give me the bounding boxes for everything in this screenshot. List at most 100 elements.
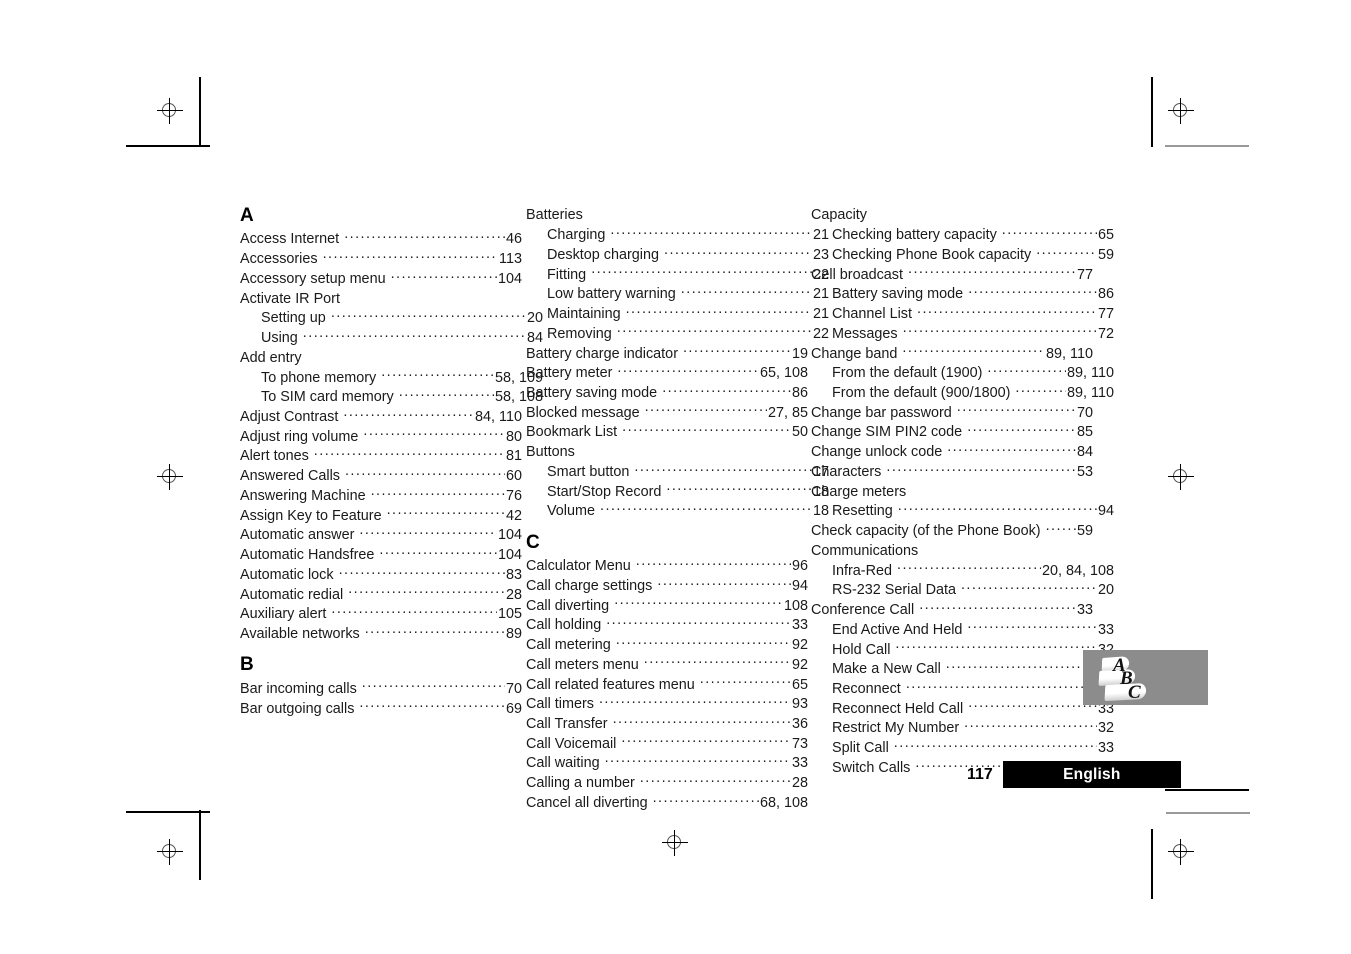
index-entry[interactable]: Change band 89, 110	[811, 343, 1093, 363]
index-entry[interactable]: Automatic lock 83	[240, 564, 522, 584]
index-subentry[interactable]: Messages 72	[811, 323, 1114, 343]
index-entry[interactable]: Communications	[811, 540, 1093, 560]
index-subentry[interactable]: Hold Call32	[811, 639, 1114, 659]
index-entry[interactable]: Battery charge indicator 19	[526, 343, 808, 363]
index-entry[interactable]: Battery saving mode 86	[526, 383, 808, 403]
index-subentry[interactable]: Checking Phone Book capacity 59	[811, 244, 1114, 264]
index-entry[interactable]: Battery meter 65, 108	[526, 363, 808, 383]
index-entry[interactable]: Call Transfer 36	[526, 714, 808, 734]
index-entry-leader	[987, 363, 1066, 377]
index-entry-label: Checking Phone Book capacity	[832, 246, 1032, 263]
index-subentry[interactable]: Volume18	[526, 501, 829, 521]
index-subentry[interactable]: Checking battery capacity 65	[811, 225, 1114, 245]
index-subentry[interactable]: Battery saving mode 86	[811, 284, 1114, 304]
index-entry[interactable]: Call holding 33	[526, 615, 808, 635]
index-entry[interactable]: Bar incoming calls 70	[240, 678, 522, 698]
index-subentry[interactable]: Using84	[240, 328, 543, 348]
index-entry[interactable]: Blocked message 27, 85	[526, 402, 808, 422]
index-entry-page: 89, 110	[1046, 345, 1093, 362]
index-entry[interactable]: Capacity	[811, 205, 1093, 225]
index-entry[interactable]: Charge meters	[811, 481, 1093, 501]
index-entry[interactable]: Call waiting 33	[526, 753, 808, 773]
index-entry-page: 89	[505, 626, 522, 643]
index-entry-label: Change unlock code	[811, 444, 943, 461]
index-entry[interactable]: Answered Calls 60	[240, 466, 522, 486]
index-entry[interactable]: Batteries	[526, 205, 808, 225]
index-entry[interactable]: Cell broadcast 77	[811, 264, 1093, 284]
index-subentry[interactable]: Maintaining21	[526, 304, 829, 324]
index-subentry[interactable]: To phone memory58, 109	[240, 367, 543, 387]
index-entry[interactable]: Change unlock code 84	[811, 442, 1093, 462]
index-entry[interactable]: Call metering 92	[526, 635, 808, 655]
index-subentry[interactable]: Channel List 77	[811, 304, 1114, 324]
index-entry[interactable]: Characters 53	[811, 462, 1093, 482]
index-subentry[interactable]: Reconnect Held Call33	[811, 698, 1114, 718]
index-subentry[interactable]: From the default (900/1800) 89, 110	[811, 383, 1114, 403]
index-subentry[interactable]: Charging21	[526, 225, 829, 245]
index-entry[interactable]: Bookmark List 50	[526, 422, 808, 442]
index-subentry[interactable]: From the default (1900) 89, 110	[811, 363, 1114, 383]
index-subentry[interactable]: Removing22	[526, 323, 829, 343]
index-entry-leader	[968, 698, 1097, 712]
index-entry[interactable]: Automatic Handsfree 104	[240, 545, 522, 565]
index-entry[interactable]: Adjust Contrast 84, 110	[240, 407, 522, 427]
index-entry[interactable]: Call timers 93	[526, 694, 808, 714]
index-entry-label: Call timers	[526, 696, 594, 713]
index-entry[interactable]: Add entry	[240, 347, 522, 367]
index-entry[interactable]: Call meters menu 92	[526, 654, 808, 674]
index-subentry[interactable]: Reconnect33	[811, 679, 1114, 699]
index-entry[interactable]: Alert tones 81	[240, 446, 522, 466]
index-entry-label: Calling a number	[526, 775, 635, 792]
index-entry-label: Communications	[811, 542, 919, 559]
index-entry-leader	[664, 244, 812, 258]
index-entry[interactable]: Calling a number 28	[526, 773, 808, 793]
index-entry[interactable]: Adjust ring volume 80	[240, 426, 522, 446]
index-subentry[interactable]: Low battery warning21	[526, 284, 829, 304]
index-subentry[interactable]: Resetting 94	[811, 501, 1114, 521]
index-subentry[interactable]: Fitting22	[526, 264, 829, 284]
index-subentry[interactable]: To SIM card memory58, 108	[240, 387, 543, 407]
index-entry[interactable]: Automatic redial 28	[240, 584, 522, 604]
index-entry[interactable]: Call Voicemail 73	[526, 733, 808, 753]
index-entry[interactable]: Conference Call 33	[811, 600, 1093, 620]
index-subentry[interactable]: Start/Stop Record18	[526, 481, 829, 501]
index-entry[interactable]: Buttons	[526, 442, 808, 462]
index-subentry[interactable]: Smart button17	[526, 462, 829, 482]
index-entry[interactable]: Cancel all diverting 68, 108	[526, 793, 808, 813]
index-entry[interactable]: Calculator Menu 96	[526, 556, 808, 576]
index-entry-page: 33	[791, 617, 808, 634]
index-entry[interactable]: Answering Machine 76	[240, 486, 522, 506]
index-entry-page: 70	[505, 680, 522, 697]
index-entry[interactable]: Call charge settings 94	[526, 575, 808, 595]
index-entry[interactable]: Activate IR Port	[240, 288, 522, 308]
index-entry-leader	[1015, 383, 1066, 397]
index-entry[interactable]: Bar outgoing calls 69	[240, 698, 522, 718]
index-entry-page: 86	[791, 385, 808, 401]
index-subentry[interactable]: End Active And Held 33	[811, 619, 1114, 639]
index-entry[interactable]: Auxiliary alert 105	[240, 604, 522, 624]
index-entry[interactable]: Check capacity (of the Phone Book) 59	[811, 521, 1093, 541]
index-entry-label: Alert tones	[240, 448, 309, 465]
index-entry[interactable]: Assign Key to Feature 42	[240, 505, 522, 525]
index-entry-leader	[964, 718, 1097, 732]
index-entry[interactable]: Accessories 113	[240, 249, 522, 269]
index-entry[interactable]: Available networks 89	[240, 624, 522, 644]
index-entry-leader	[344, 229, 505, 243]
index-subentry[interactable]: Setting up20	[240, 308, 543, 328]
index-entry[interactable]: Call diverting 108	[526, 595, 808, 615]
index-entry-label: Call waiting	[526, 755, 600, 772]
index-subentry[interactable]: Make a New Call32	[811, 659, 1114, 679]
index-entry[interactable]: Call related features menu 65	[526, 674, 808, 694]
index-entry-page: 77	[1076, 266, 1093, 283]
index-subentry[interactable]: Split Call 33	[811, 738, 1114, 758]
index-entry[interactable]: Access Internet 46	[240, 229, 522, 249]
index-subentry[interactable]: Infra-Red 20, 84, 108	[811, 560, 1114, 580]
index-entry[interactable]: Automatic answer 104	[240, 525, 522, 545]
index-entry-label: Battery charge indicator	[526, 345, 678, 362]
index-entry[interactable]: Accessory setup menu 104	[240, 268, 522, 288]
index-subentry[interactable]: RS-232 Serial Data 20	[811, 580, 1114, 600]
index-subentry[interactable]: Desktop charging23	[526, 244, 829, 264]
index-entry[interactable]: Change bar password 70	[811, 402, 1093, 422]
index-entry[interactable]: Change SIM PIN2 code 85	[811, 422, 1093, 442]
index-subentry[interactable]: Restrict My Number 32	[811, 718, 1114, 738]
